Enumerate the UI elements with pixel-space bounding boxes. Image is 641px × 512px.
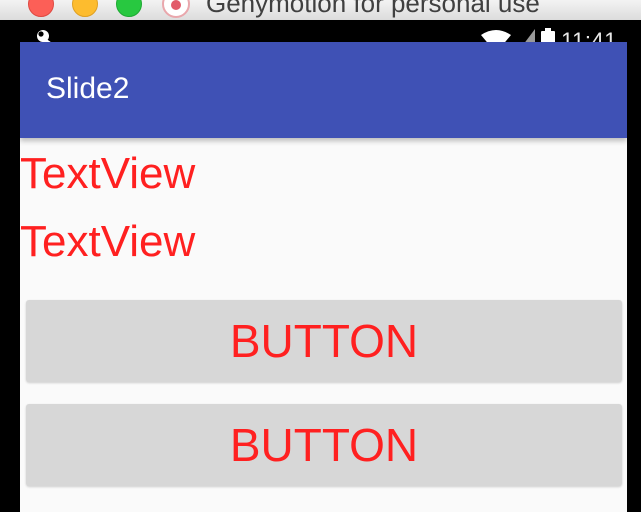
toolbar-title: Slide2 (46, 72, 130, 105)
app-screen: Slide2 TextView TextView BUTTON BUTTON (20, 42, 627, 512)
window-titlebar: Genymotion for personal use (0, 0, 641, 20)
button-2[interactable]: BUTTON (26, 404, 622, 486)
window-title: Genymotion for personal use (206, 0, 540, 18)
text-view-2: TextView (20, 217, 196, 266)
button-1[interactable]: BUTTON (26, 300, 622, 382)
app-toolbar: Slide2 (20, 42, 627, 138)
close-window-button[interactable] (28, 0, 54, 17)
text-view-1: TextView (20, 149, 196, 198)
minimize-window-button[interactable] (72, 0, 98, 17)
zoom-window-button[interactable] (116, 0, 142, 17)
genymotion-logo-icon (162, 0, 190, 18)
